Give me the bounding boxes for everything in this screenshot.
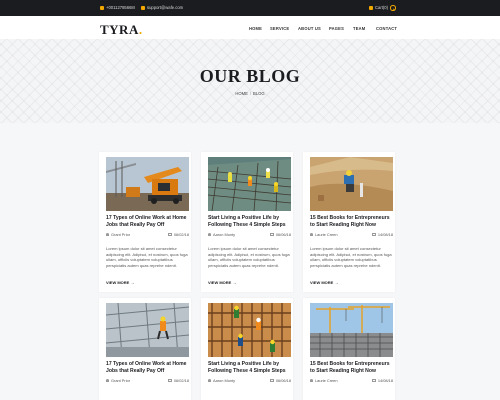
blog-card-date: 06/02/18 — [168, 378, 189, 383]
blog-card-title[interactable]: 15 Best Books for Entrepreneurs to Start… — [310, 361, 395, 376]
blog-card-image[interactable] — [310, 157, 393, 211]
blog-card-author: Aaron Monty — [208, 378, 235, 383]
date-text: 06/06/18 — [275, 232, 291, 237]
blog-card-image[interactable] — [208, 157, 291, 211]
page-title: OUR BLOG — [199, 66, 301, 86]
view-more-link[interactable]: VIEW MORE → — [106, 280, 134, 285]
top-bar: +00112785668I support@wafe.com Cart(0) — [0, 0, 500, 16]
blog-card-title[interactable]: Start Living a Positive Life by Followin… — [208, 215, 293, 230]
author-name[interactable]: Grant Prior — [111, 378, 130, 383]
breadcrumb-current: BLOG — [253, 91, 265, 96]
blog-card-date: 06/06/18 — [270, 378, 291, 383]
blog-card-image[interactable] — [208, 303, 291, 357]
nav-service[interactable]: SERVICE — [270, 26, 289, 31]
user-icon — [310, 232, 313, 237]
breadcrumb-separator: / — [249, 91, 252, 96]
calendar-icon — [168, 232, 172, 237]
blog-card-author: Grant Prior — [106, 378, 130, 383]
blog-card-date: 06/02/18 — [168, 232, 189, 237]
search-icon[interactable] — [390, 5, 396, 11]
author-name[interactable]: Grant Prior — [111, 232, 130, 237]
date-text: 14/08/18 — [377, 378, 393, 383]
blog-card: Start Living a Positive Life by Followin… — [201, 152, 293, 292]
author-name[interactable]: Laurie Creen — [315, 232, 338, 237]
author-name[interactable]: Aaron Monty — [213, 232, 235, 237]
calendar-icon — [372, 232, 376, 237]
cart-label: Cart(0) — [375, 5, 389, 10]
blog-card-date: 14/08/18 — [372, 232, 393, 237]
user-icon — [208, 378, 211, 383]
logo-dot: . — [138, 22, 143, 37]
blog-card-excerpt: Lorem ipsum dolor sit amet consectetur a… — [208, 246, 290, 269]
blog-card: 17 Types of Online Work at Home Jobs tha… — [99, 152, 191, 292]
blog-card-title[interactable]: 15 Best Books for Entrepreneurs to Start… — [310, 215, 395, 230]
nav-contact[interactable]: CONTACT — [376, 26, 397, 31]
date-text: 06/02/18 — [173, 232, 189, 237]
logo[interactable]: TYRA. — [100, 22, 143, 38]
main-navbar: TYRA. HOME SERVICE ABOUT US PAGES TEAM C… — [0, 16, 500, 39]
blog-card-date: 14/08/18 — [372, 378, 393, 383]
date-text: 06/02/18 — [173, 378, 189, 383]
page-hero: OUR BLOG HOME / BLOG — [0, 39, 500, 123]
calendar-icon — [270, 232, 274, 237]
mail-icon — [141, 5, 145, 10]
author-name[interactable]: Laurie Creen — [315, 378, 338, 383]
author-name[interactable]: Aaron Monty — [213, 378, 235, 383]
date-text: 06/06/18 — [275, 378, 291, 383]
blog-card-excerpt: Lorem ipsum dolor sit amet consectetur a… — [106, 246, 188, 269]
blog-card: 17 Types of Online Work at Home Jobs tha… — [99, 298, 191, 400]
blog-card-title[interactable]: Start Living a Positive Life by Followin… — [208, 361, 293, 376]
blog-card-excerpt: Lorem ipsum dolor sit amet consectetur a… — [310, 246, 392, 269]
user-icon — [208, 232, 211, 237]
user-icon — [106, 378, 109, 383]
blog-card-title[interactable]: 17 Types of Online Work at Home Jobs tha… — [106, 215, 191, 230]
blog-card-image[interactable] — [106, 157, 189, 211]
nav-team[interactable]: TEAM — [353, 26, 365, 31]
phone-icon — [100, 5, 104, 10]
view-more-link[interactable]: VIEW MORE → — [208, 280, 236, 285]
topbar-email[interactable]: support@wafe.com — [141, 5, 183, 10]
blog-card: Start Living a Positive Life by Followin… — [201, 298, 293, 400]
calendar-icon — [372, 378, 376, 383]
blog-card: 15 Best Books for Entrepreneurs to Start… — [303, 152, 395, 292]
blog-card-image[interactable] — [106, 303, 189, 357]
breadcrumb-home[interactable]: HOME — [235, 91, 248, 96]
calendar-icon — [168, 378, 172, 383]
blog-card: 15 Best Books for Entrepreneurs to Start… — [303, 298, 395, 400]
breadcrumb: HOME / BLOG — [0, 91, 500, 96]
phone-number: +00112785668I — [106, 5, 135, 10]
user-icon — [310, 378, 313, 383]
user-icon — [106, 232, 109, 237]
calendar-icon — [270, 378, 274, 383]
blog-card-author: Grant Prior — [106, 232, 130, 237]
blog-card-author: Laurie Creen — [310, 232, 338, 237]
blog-card-date: 06/06/18 — [270, 232, 291, 237]
topbar-phone[interactable]: +00112785668I — [100, 5, 135, 10]
blog-card-title[interactable]: 17 Types of Online Work at Home Jobs tha… — [106, 361, 191, 376]
email-address: support@wafe.com — [147, 5, 184, 10]
cart-link[interactable]: Cart(0) — [369, 5, 388, 10]
logo-text: TYRA — [100, 22, 139, 37]
blog-card-author: Laurie Creen — [310, 378, 338, 383]
date-text: 14/08/18 — [377, 232, 393, 237]
nav-home[interactable]: HOME — [249, 26, 262, 31]
nav-pages[interactable]: PAGES — [329, 26, 344, 31]
nav-about-us[interactable]: ABOUT US — [298, 26, 321, 31]
blog-card-image[interactable] — [310, 303, 393, 357]
cart-icon — [369, 5, 373, 10]
view-more-link[interactable]: VIEW MORE → — [310, 280, 338, 285]
blog-card-author: Aaron Monty — [208, 232, 235, 237]
